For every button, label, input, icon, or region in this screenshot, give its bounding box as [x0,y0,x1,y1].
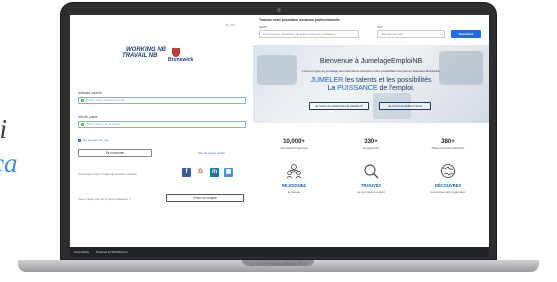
hero-line1-rest: les talents et les possibilités [343,77,432,84]
where-select[interactable]: Sélection sur liste ⌄ [377,30,445,38]
hero-line2-rest: de l'emploi. [377,85,415,92]
hero-highlight-puissance: PUISSANCE [337,85,378,92]
login-button[interactable]: Se connecter [78,149,152,157]
logo-province: Brunswick [168,57,194,63]
stat-employers-value: 330+ [364,139,378,145]
laptop-lid: fr ‧ en WORKING NB TRAVAIL NB Brunswick … [60,2,497,260]
hero-subtitle: L'outil en ligne de jumelage des cherche… [301,69,441,73]
password-field[interactable]: Tapez votre mot de passe [78,121,246,128]
feature-find-title[interactable]: TROUVEZ [336,183,406,188]
main-content: Trouvez votre prochaine occasion profess… [253,15,489,247]
email-placeholder: Entrez votre adresse courriel [86,98,125,102]
create-account-button[interactable]: Créer un compte [166,194,244,202]
hero-tagline-line-2: La PUISSANCE de l'emploi. [253,85,489,93]
stat-employers-label: Employeurs [363,146,379,150]
where-placeholder: Sélection sur liste [381,32,403,36]
employer-button[interactable]: JE SUIS UN EMPLOYEUR [379,102,431,110]
password-label: Mot de passe [78,115,98,119]
background-line-1: ji [0,114,8,144]
magnifier-icon [364,164,379,179]
device-model-label: zzzvzzzzzMacBook Pro [250,262,307,268]
feature-join-subtitle: le réseau [287,190,301,194]
search-title: Trouvez votre prochaine occasion profess… [259,18,340,22]
feature-discover-subtitle: les événements régionaux [430,190,466,194]
hero-banner: Bienvenue à JumelageEmploiNB L'outil en … [253,45,489,123]
powered-by-label: Powered by WhoPlusYou [96,250,128,254]
working-nb-logo: WORKING NB TRAVAIL NB Brunswick [112,47,212,67]
people-icon [286,164,302,179]
hero-title: Bienvenue à JumelageEmploiNB [319,58,423,65]
accessibility-link[interactable]: Accessibility [74,250,89,254]
facebook-icon[interactable]: f [182,168,191,177]
hero-tagline-line-1: JUMELER les talents et les possibilités [253,77,489,85]
microsoft-icon[interactable]: ▣ [224,168,233,177]
chevron-down-icon: ⌄ [439,32,442,36]
email-label: Adresse courriel [78,91,102,95]
email-icon [81,99,84,102]
stat-jobs-value: 380+ [441,139,455,145]
linkedin-icon[interactable]: in [210,168,219,177]
remember-me-label: Se souvenir de moi [83,138,109,142]
background-text: ji ca [0,112,17,180]
site-footer: Accessibility Powered by WhoPlusYou [70,247,489,257]
social-login-label: Connectez-vous à l'aide de réseaux socia… [78,172,137,176]
camera-icon [277,8,281,12]
email-field[interactable]: Entrez votre adresse courriel [78,97,246,104]
lock-icon [81,123,84,126]
laptop-screen: fr ‧ en WORKING NB TRAVAIL NB Brunswick … [70,15,489,257]
no-account-label: Vous n'avez pas de compte utilisateur ? [78,197,131,201]
feature-discover-title[interactable]: DÉCOUVREZ [413,183,483,188]
hero-highlight-jumeler: JUMELER [310,77,344,84]
hero-tagline: JUMELER les talents et les possibilités … [253,77,489,93]
checkbox-icon [78,138,81,142]
hero-line2-pre: La [327,85,338,92]
password-placeholder: Tapez votre mot de passe [86,122,121,126]
google-icon[interactable]: G [196,168,205,177]
logo-fr: TRAVAIL NB [122,53,157,59]
stat-jobseekers-value: 10,000+ [283,139,305,145]
login-panel: fr ‧ en WORKING NB TRAVAIL NB Brunswick … [70,15,253,257]
feature-join-title[interactable]: REJOIGNEZ [259,183,329,188]
language-toggle[interactable]: fr ‧ en [226,23,235,27]
what-label: Quoi? [259,25,268,29]
globe-icon [441,164,455,178]
forgot-password-link[interactable]: Mot de passe oublié [198,151,225,155]
remember-me-checkbox[interactable]: Se souvenir de moi [78,138,109,142]
logo-fr-text: TRAVAIL NB [122,53,158,59]
stat-jobseekers-label: Chercheurs d'emploi [280,146,308,150]
background-line-2: ca [0,148,18,178]
search-submit-button[interactable]: Soumettre [451,30,481,38]
where-label: Où? [377,25,383,29]
stat-jobs-label: Offres d'emploi affichées [431,146,465,150]
jobseeker-button[interactable]: JE SUIS UN CHERCHEUR D'EMPLOI [309,102,369,110]
nb-crest-icon [172,48,180,57]
page: ji ca fr ‧ en WORKING NB TRAVAIL NB Brun… [0,0,557,282]
what-search-input[interactable]: Titre du poste, description du poste ou … [259,30,359,38]
feature-find-subtitle: ce qui vous convient [357,190,385,194]
